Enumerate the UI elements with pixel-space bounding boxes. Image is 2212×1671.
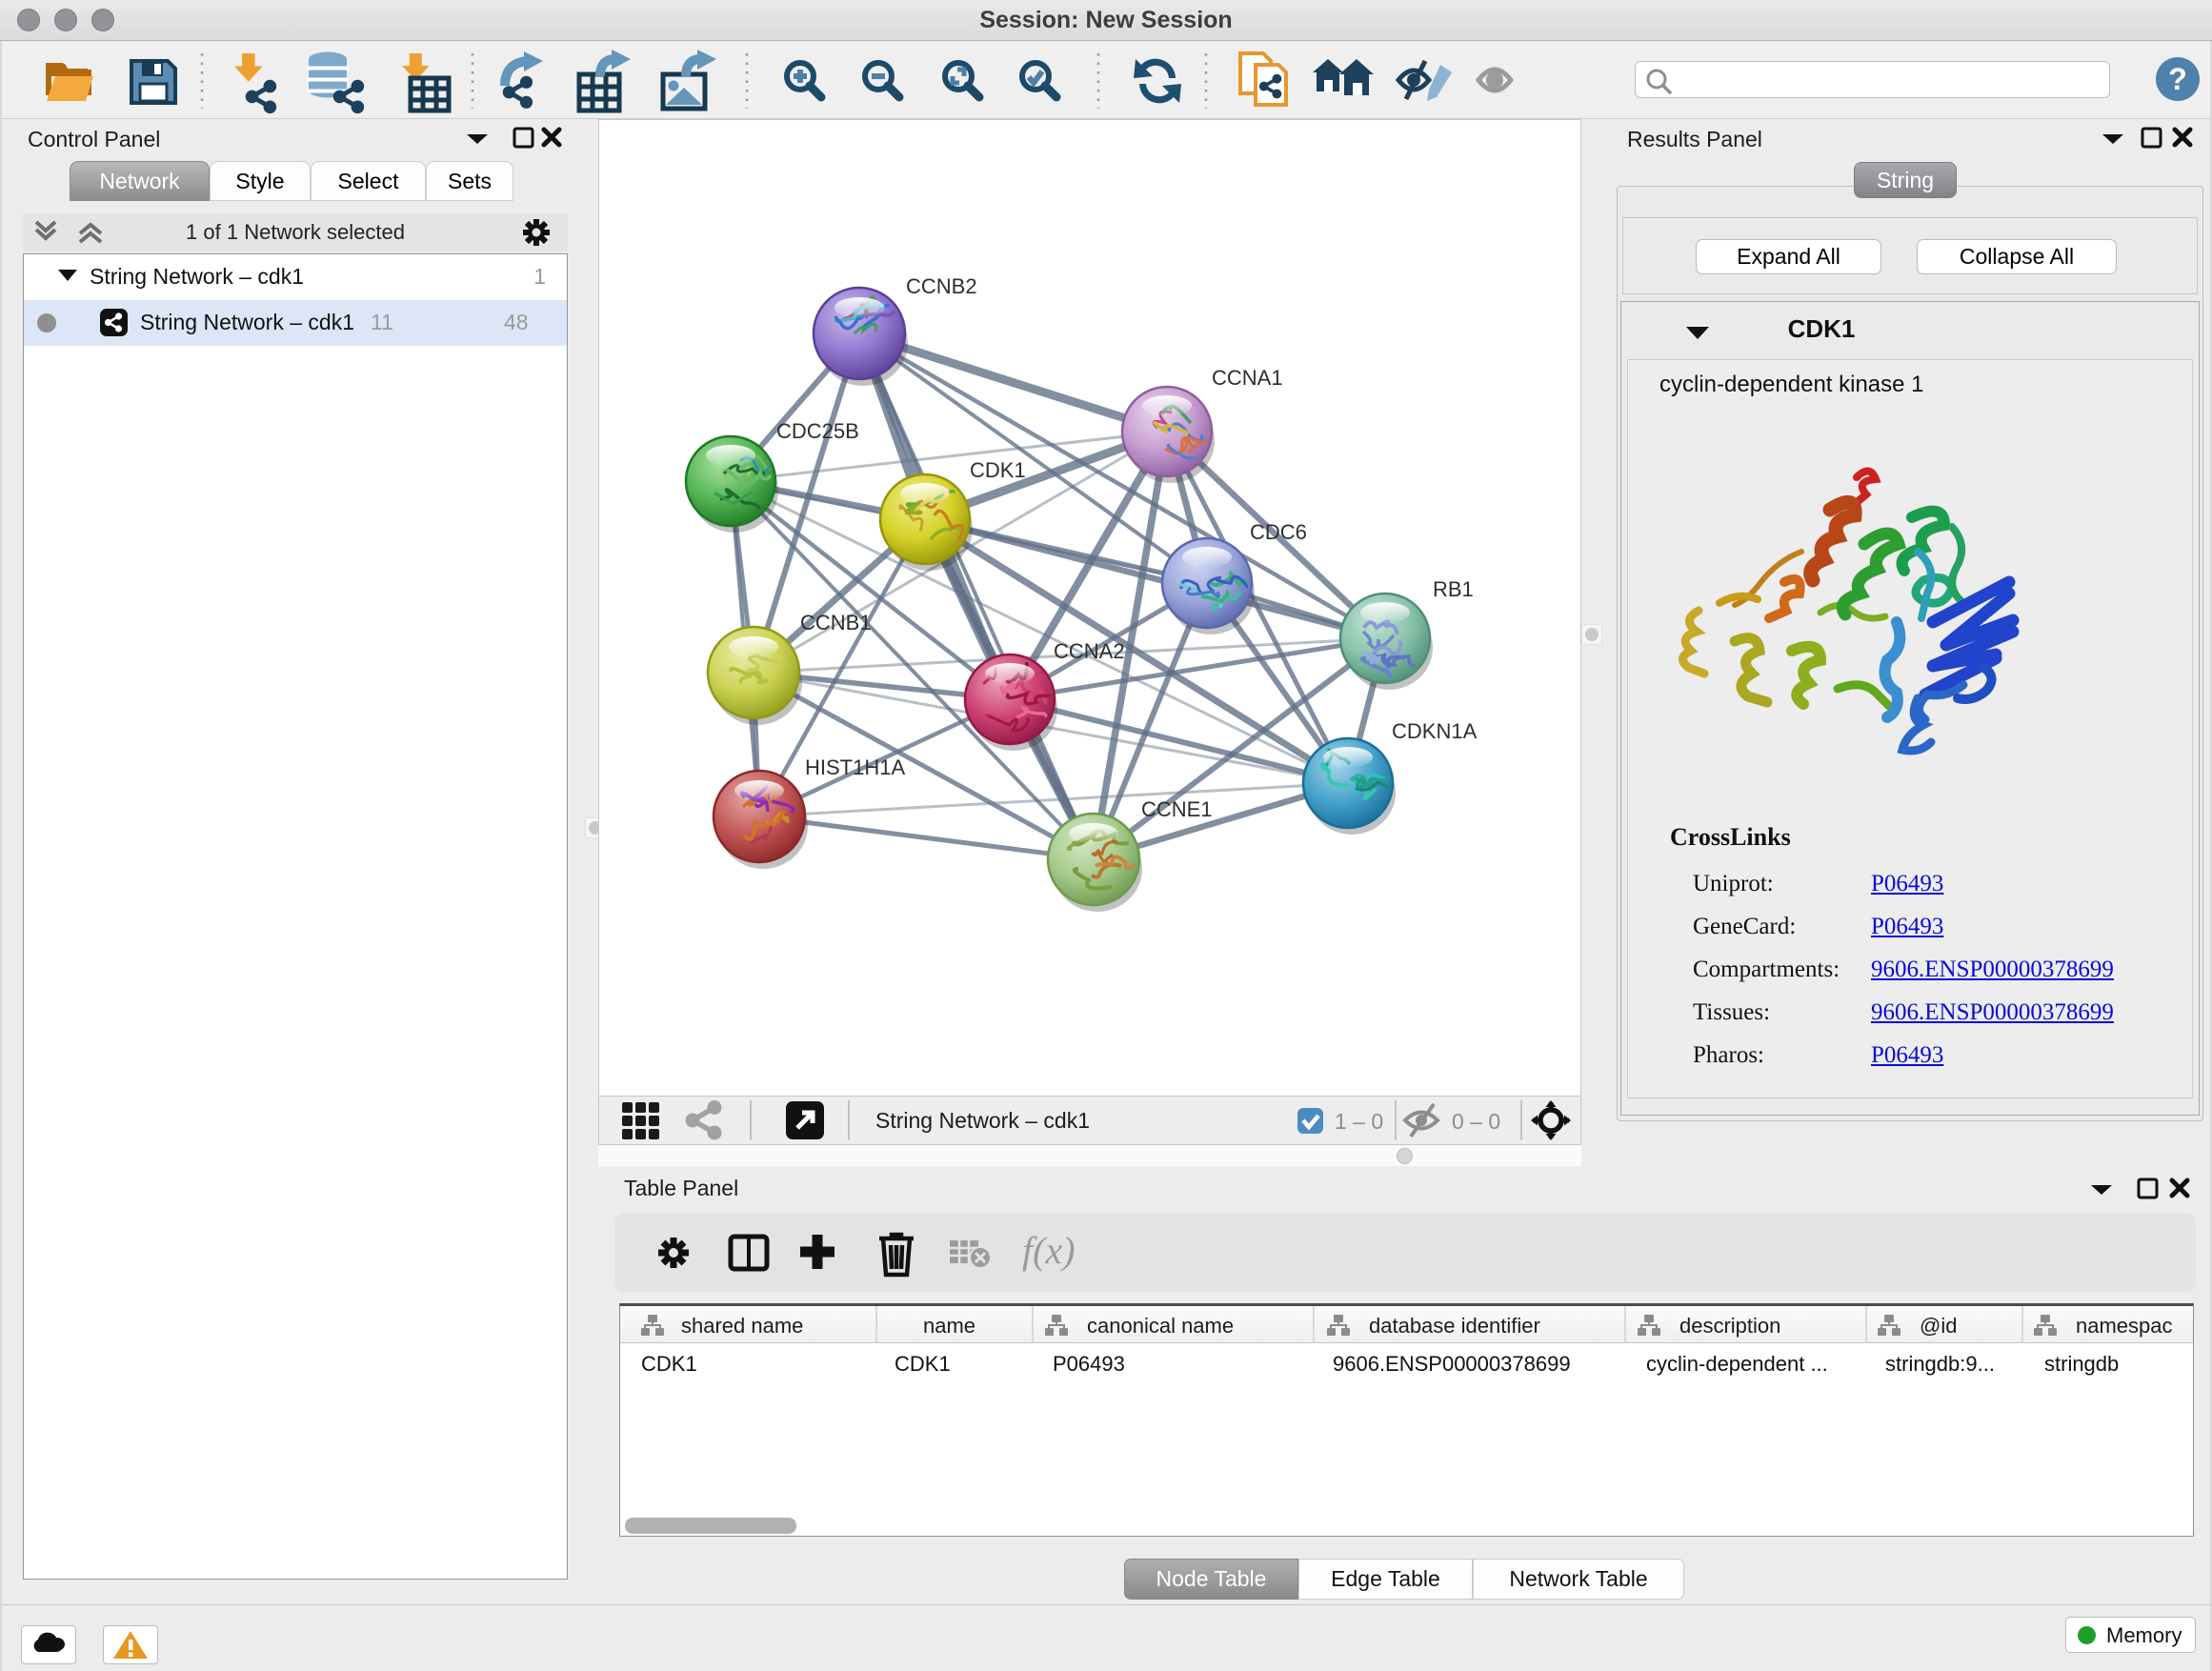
svg-text:CDK1: CDK1 — [970, 458, 1026, 482]
svg-text:shared name: shared name — [681, 1314, 803, 1338]
svg-text:CDC6: CDC6 — [1250, 520, 1307, 544]
svg-text:1 – 0: 1 – 0 — [1335, 1109, 1383, 1134]
svg-text:namespac: namespac — [2076, 1314, 2173, 1338]
svg-text:9606.ENSP00000378699: 9606.ENSP00000378699 — [1333, 1352, 1571, 1376]
svg-text:CCNE1: CCNE1 — [1141, 797, 1213, 821]
svg-text:f(x): f(x) — [1022, 1229, 1076, 1272]
svg-text:cyclin-dependent ...: cyclin-dependent ... — [1646, 1352, 1828, 1376]
svg-text:HIST1H1A: HIST1H1A — [805, 755, 905, 779]
svg-text:CDK1: CDK1 — [895, 1352, 951, 1376]
svg-text:?: ? — [2168, 62, 2187, 96]
svg-text:CCNB1: CCNB1 — [800, 611, 872, 634]
svg-text:RB1: RB1 — [1433, 577, 1474, 601]
svg-text:CCNA1: CCNA1 — [1212, 366, 1283, 390]
svg-text:CCNA2: CCNA2 — [1054, 639, 1125, 663]
svg-text:CCNB2: CCNB2 — [906, 274, 977, 298]
svg-text:CDC25B: CDC25B — [776, 419, 859, 443]
svg-text:description: description — [1679, 1314, 1780, 1338]
svg-text:database identifier: database identifier — [1369, 1314, 1540, 1338]
svg-text:String Network – cdk1: String Network – cdk1 — [875, 1108, 1090, 1133]
svg-text:0 – 0: 0 – 0 — [1452, 1109, 1500, 1134]
svg-text:CDK1: CDK1 — [641, 1352, 697, 1376]
svg-text:name: name — [923, 1314, 975, 1338]
svg-text:@id: @id — [1920, 1314, 1957, 1338]
svg-text:canonical name: canonical name — [1087, 1314, 1234, 1338]
svg-text:P06493: P06493 — [1053, 1352, 1125, 1376]
svg-text:stringdb:9...: stringdb:9... — [1885, 1352, 1995, 1376]
svg-text:stringdb: stringdb — [2044, 1352, 2119, 1376]
svg-text:CDKN1A: CDKN1A — [1392, 719, 1478, 743]
